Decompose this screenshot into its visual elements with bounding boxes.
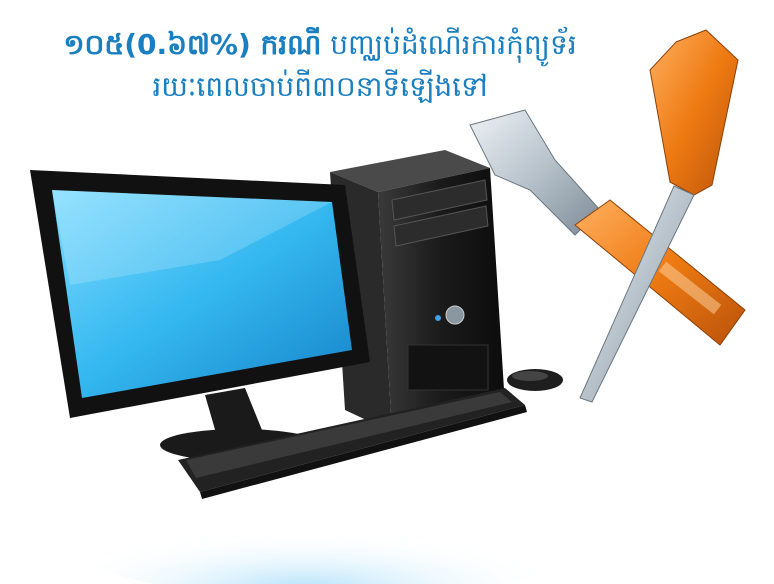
headline-line-2: រយៈពេលចាប់ពី៣០នាទីឡើងទៅ — [152, 70, 488, 103]
computer-monitor-icon — [30, 170, 370, 461]
headline-count: ១០៥(0.៦៧%) ករណី — [63, 28, 322, 61]
headline-line-1-rest: បញ្ឈប់ដំណើរការកុំព្យូទ័រ — [330, 28, 577, 61]
stage: ១០៥(0.៦៧%) ករណី បញ្ឈប់ដំណើរការកុំព្យូទ័រ… — [0, 0, 774, 584]
headline: ១០៥(0.៦៧%) ករណី បញ្ឈប់ដំណើរការកុំព្យូទ័រ… — [0, 24, 640, 108]
mouse-icon — [507, 369, 563, 391]
headline-line-1: ១០៥(0.៦៧%) ករណី បញ្ឈប់ដំណើរការកុំព្យូទ័រ — [0, 24, 640, 66]
